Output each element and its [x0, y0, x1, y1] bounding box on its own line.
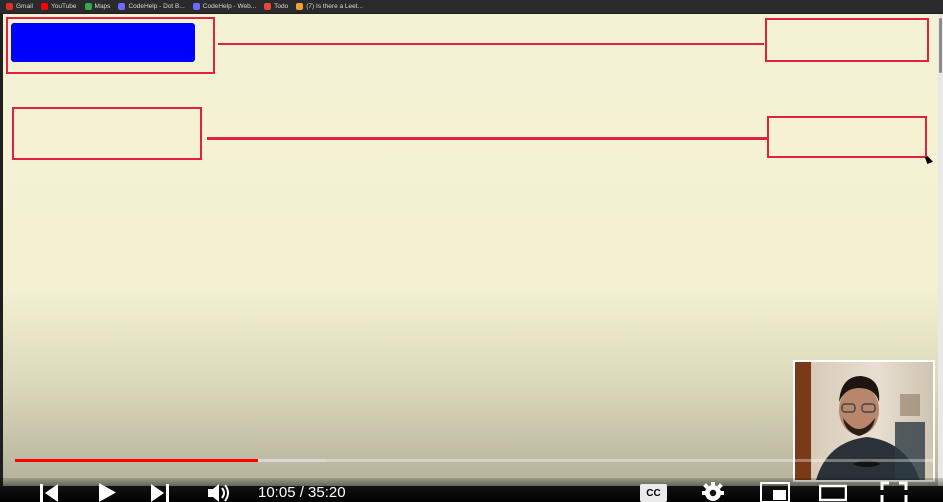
settings-gear-icon[interactable] [700, 481, 726, 502]
theater-mode-icon[interactable] [819, 483, 847, 502]
bookmark-item[interactable]: CodeHelp - Dot B... [118, 3, 185, 10]
outline-box-row2-left [12, 107, 202, 160]
bookmarks-bar: Gmail YouTube Maps CodeHelp - Dot B... CodeH… [0, 0, 943, 13]
presenter-image [795, 362, 925, 480]
scrollbar[interactable] [938, 14, 943, 486]
next-icon[interactable] [150, 483, 172, 502]
bookmark-item[interactable]: CodeHelp - Web... [192, 3, 257, 10]
outline-box-row2-right [767, 116, 927, 158]
captions-button[interactable]: CC [640, 484, 667, 502]
bookmark-item[interactable]: (7) Is there a Leet... [296, 3, 363, 10]
gmail-icon [6, 3, 13, 10]
volume-icon[interactable] [207, 482, 233, 502]
bookmark-item[interactable]: Gmail [6, 3, 33, 10]
bookmark-item[interactable]: Maps [84, 3, 111, 10]
outline-box-row1-right [765, 18, 929, 62]
connector-line-row2 [207, 137, 767, 140]
bookmark-label: CodeHelp - Dot B... [128, 3, 185, 10]
player-controls [0, 478, 943, 502]
maps-icon [84, 3, 92, 10]
time-display: 10:05 / 35:20 [258, 484, 346, 501]
blue-block [11, 23, 195, 62]
bookmark-label: Gmail [16, 3, 33, 10]
scrollbar-thumb[interactable] [939, 18, 942, 73]
bookmark-label: (7) Is there a Leet... [306, 3, 363, 10]
miniplayer-icon[interactable] [760, 481, 790, 502]
play-icon[interactable] [96, 482, 118, 502]
bookmark-item[interactable]: Todo [264, 3, 288, 10]
codehelp-icon [118, 3, 126, 10]
captions-label: CC [646, 487, 661, 499]
leetcode-icon [296, 3, 304, 10]
todo-icon [264, 3, 272, 10]
bookmark-item[interactable]: YouTube [40, 3, 77, 10]
youtube-icon [40, 3, 48, 10]
bookmark-label: Maps [94, 3, 111, 10]
progress-played[interactable] [15, 459, 258, 462]
fullscreen-icon[interactable] [880, 481, 908, 502]
previous-icon[interactable] [38, 483, 60, 502]
webcam-overlay [793, 360, 935, 482]
connector-line-row1 [218, 43, 764, 45]
codehelp-icon [192, 3, 200, 10]
bookmark-label: YouTube [50, 3, 77, 10]
bookmark-label: CodeHelp - Web... [202, 3, 257, 10]
bookmark-label: Todo [274, 3, 289, 10]
